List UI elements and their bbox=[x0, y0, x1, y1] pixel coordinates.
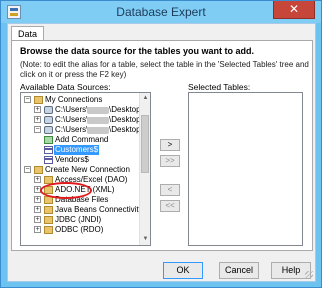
collapse-icon[interactable]: − bbox=[24, 96, 31, 103]
tree-item-jdbc-jndi[interactable]: + JDBC (JNDI) bbox=[23, 215, 140, 225]
expand-icon[interactable]: + bbox=[34, 226, 41, 233]
add-all-tables-button[interactable]: >> bbox=[160, 155, 180, 167]
tree-item-label: Customers$ bbox=[54, 145, 100, 155]
tree-item-odbc-rdo[interactable]: + ODBC (RDO) bbox=[23, 225, 140, 235]
tab-data[interactable]: Data bbox=[11, 26, 45, 41]
tree-item-label: C:\Users\ bbox=[55, 115, 89, 124]
database-expert-window: Database Expert ✕ Data Browse the data s… bbox=[0, 0, 322, 288]
tree-item-label: Vendors$ bbox=[55, 155, 89, 164]
tree-item-label: C:\Users\ bbox=[55, 105, 89, 114]
available-sources-label: Available Data Sources: bbox=[20, 82, 111, 92]
tree-item-connection-1[interactable]: + C:\Users\ \Desktop bbox=[23, 105, 140, 115]
database-icon bbox=[44, 126, 53, 134]
panel-heading: Browse the data source for the tables yo… bbox=[20, 46, 255, 56]
tree-item-label-tail: \Desktop bbox=[109, 125, 140, 134]
expand-icon[interactable]: + bbox=[34, 196, 41, 203]
expand-icon[interactable]: + bbox=[34, 216, 41, 223]
tree-item-label-tail: \Desktop bbox=[109, 105, 140, 114]
remove-all-tables-button[interactable]: << bbox=[160, 200, 180, 212]
redacted-username bbox=[87, 107, 109, 114]
folder-icon bbox=[44, 226, 53, 234]
highlight-annotation bbox=[40, 182, 92, 199]
ok-button[interactable]: OK bbox=[163, 262, 203, 279]
tree-item-add-command[interactable]: Add Command bbox=[23, 135, 140, 145]
selected-tables-list[interactable] bbox=[188, 92, 303, 246]
tree-item-label-tail: \Desktop bbox=[109, 115, 140, 124]
tree-item-label: ODBC (RDO) bbox=[55, 225, 104, 234]
tree-item-label: Add Command bbox=[55, 135, 109, 144]
tree-item-label: Create New Connection bbox=[45, 165, 130, 174]
tree-item-java-beans[interactable]: + Java Beans Connectivity bbox=[23, 205, 140, 215]
expand-icon[interactable]: + bbox=[34, 106, 41, 113]
expand-icon[interactable]: + bbox=[34, 176, 41, 183]
remove-table-button[interactable]: < bbox=[160, 184, 180, 196]
tree-item-vendors[interactable]: Vendors$ bbox=[23, 155, 140, 165]
collapse-icon[interactable]: − bbox=[34, 126, 41, 133]
close-button[interactable]: ✕ bbox=[273, 1, 315, 19]
tree-item-create-new-connection[interactable]: − Create New Connection bbox=[23, 165, 140, 175]
tree-item-label: My Connections bbox=[45, 95, 103, 104]
redacted-username bbox=[87, 117, 109, 124]
table-icon bbox=[44, 146, 53, 154]
tree-vertical-scrollbar[interactable]: ▲ ▼ bbox=[139, 93, 150, 245]
available-data-sources-tree[interactable]: − My Connections + C:\Users\ \Desktop + … bbox=[20, 92, 151, 246]
tree-item-connection-3[interactable]: − C:\Users\ \Desktop bbox=[23, 125, 140, 135]
tree-item-connection-2[interactable]: + C:\Users\ \Desktop bbox=[23, 115, 140, 125]
tree-item-my-connections[interactable]: − My Connections bbox=[23, 95, 140, 105]
scroll-up-arrow-icon[interactable]: ▲ bbox=[140, 93, 150, 104]
folder-icon bbox=[34, 166, 43, 174]
data-tab-panel: Browse the data source for the tables yo… bbox=[11, 40, 313, 251]
folder-icon bbox=[44, 206, 53, 214]
redacted-username bbox=[87, 127, 109, 134]
tree-item-label: C:\Users\ bbox=[55, 125, 89, 134]
database-icon bbox=[44, 116, 53, 124]
selected-tables-label: Selected Tables: bbox=[188, 82, 251, 92]
title-bar[interactable]: Database Expert ✕ bbox=[1, 1, 321, 23]
add-command-icon bbox=[44, 136, 53, 144]
database-icon bbox=[44, 106, 53, 114]
scroll-down-arrow-icon[interactable]: ▼ bbox=[140, 234, 150, 245]
tree-item-label: Java Beans Connectivity bbox=[55, 205, 140, 214]
table-icon bbox=[44, 156, 53, 164]
folder-icon bbox=[34, 96, 43, 104]
expand-icon[interactable]: + bbox=[34, 206, 41, 213]
resize-grip-icon[interactable] bbox=[305, 271, 313, 279]
tree-item-label: JDBC (JNDI) bbox=[55, 215, 102, 224]
dialog-client-area: Data Browse the data source for the tabl… bbox=[7, 23, 316, 282]
cancel-button[interactable]: Cancel bbox=[219, 262, 259, 279]
folder-icon bbox=[44, 216, 53, 224]
scroll-thumb[interactable] bbox=[141, 115, 149, 173]
tree-item-customers[interactable]: Customers$ bbox=[23, 145, 140, 155]
collapse-icon[interactable]: − bbox=[24, 166, 31, 173]
add-table-button[interactable]: > bbox=[160, 139, 180, 151]
expand-icon[interactable]: + bbox=[34, 116, 41, 123]
panel-note: (Note: to edit the alias for a table, se… bbox=[20, 60, 309, 79]
